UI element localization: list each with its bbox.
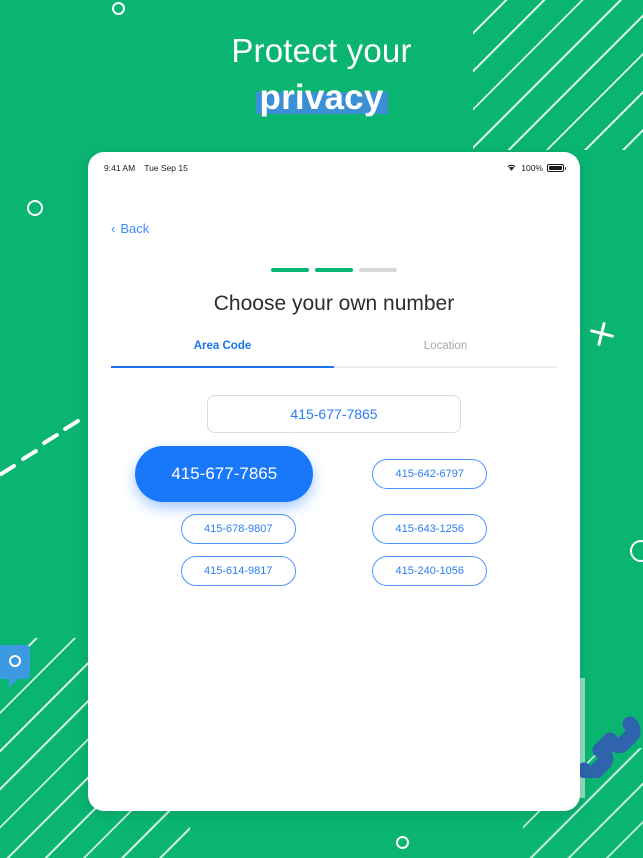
- circle-outline-icon-left: [27, 200, 43, 216]
- tab-location[interactable]: Location: [334, 340, 557, 368]
- number-chip[interactable]: 415-240-1056: [372, 556, 488, 586]
- phone-handset-icon: [573, 708, 643, 781]
- chat-bubble-icon: [0, 645, 30, 688]
- back-button-label: Back: [120, 221, 150, 236]
- promo-headline: Protect your privacy: [0, 28, 643, 118]
- headline-line-2: privacy: [259, 78, 384, 117]
- number-chip[interactable]: 415-642-6797: [372, 459, 488, 489]
- promo-screenshot: Protect your privacy 9:41 AM Tue Sep 15: [0, 0, 643, 858]
- progress-segment-3: [359, 268, 397, 272]
- status-bar-left: 9:41 AM Tue Sep 15: [104, 163, 188, 173]
- circle-outline-icon-bottom: [396, 836, 409, 849]
- dashed-line-decoration: [0, 405, 92, 489]
- number-chip[interactable]: 415-643-1256: [372, 514, 488, 544]
- circle-outline-icon-right: [630, 540, 643, 562]
- progress-segment-2: [315, 268, 353, 272]
- number-chip-selected[interactable]: 415-677-7865: [135, 446, 314, 502]
- chevron-left-icon: ‹: [111, 221, 116, 236]
- tablet-screen: 9:41 AM Tue Sep 15 100% ‹ Back Choose yo…: [93, 157, 575, 806]
- status-bar-right: 100%: [506, 163, 566, 174]
- progress-indicator: [93, 268, 575, 272]
- page-title: Choose your own number: [213, 292, 455, 315]
- number-field-wrapper: 415-677-7865: [93, 395, 575, 433]
- progress-segment-1: [271, 268, 309, 272]
- area-code-input[interactable]: 415-677-7865: [207, 395, 461, 433]
- battery-percent-label: 100%: [521, 163, 543, 173]
- back-button[interactable]: ‹ Back: [93, 221, 575, 236]
- tab-bar: Area Code Location: [93, 340, 575, 368]
- battery-full-icon: [547, 164, 566, 172]
- wifi-icon: [506, 163, 517, 174]
- headline-line-1: Protect your: [231, 32, 412, 69]
- number-chip[interactable]: 415-614-9817: [180, 556, 296, 586]
- status-bar-date: Tue Sep 15: [144, 163, 188, 173]
- headline-line-2-wrapper: privacy: [255, 78, 388, 118]
- plus-cross-icon: [590, 322, 614, 346]
- number-chip[interactable]: 415-678-9807: [180, 514, 296, 544]
- status-bar: 9:41 AM Tue Sep 15 100%: [93, 157, 575, 179]
- status-bar-time: 9:41 AM: [104, 163, 136, 173]
- circle-outline-icon-top: [112, 2, 125, 15]
- tablet-device-frame: 9:41 AM Tue Sep 15 100% ‹ Back Choose yo…: [88, 152, 580, 811]
- number-options-grid: 415-677-7865 415-642-6797 415-678-9807 4…: [93, 446, 575, 586]
- tab-area-code[interactable]: Area Code: [111, 340, 334, 368]
